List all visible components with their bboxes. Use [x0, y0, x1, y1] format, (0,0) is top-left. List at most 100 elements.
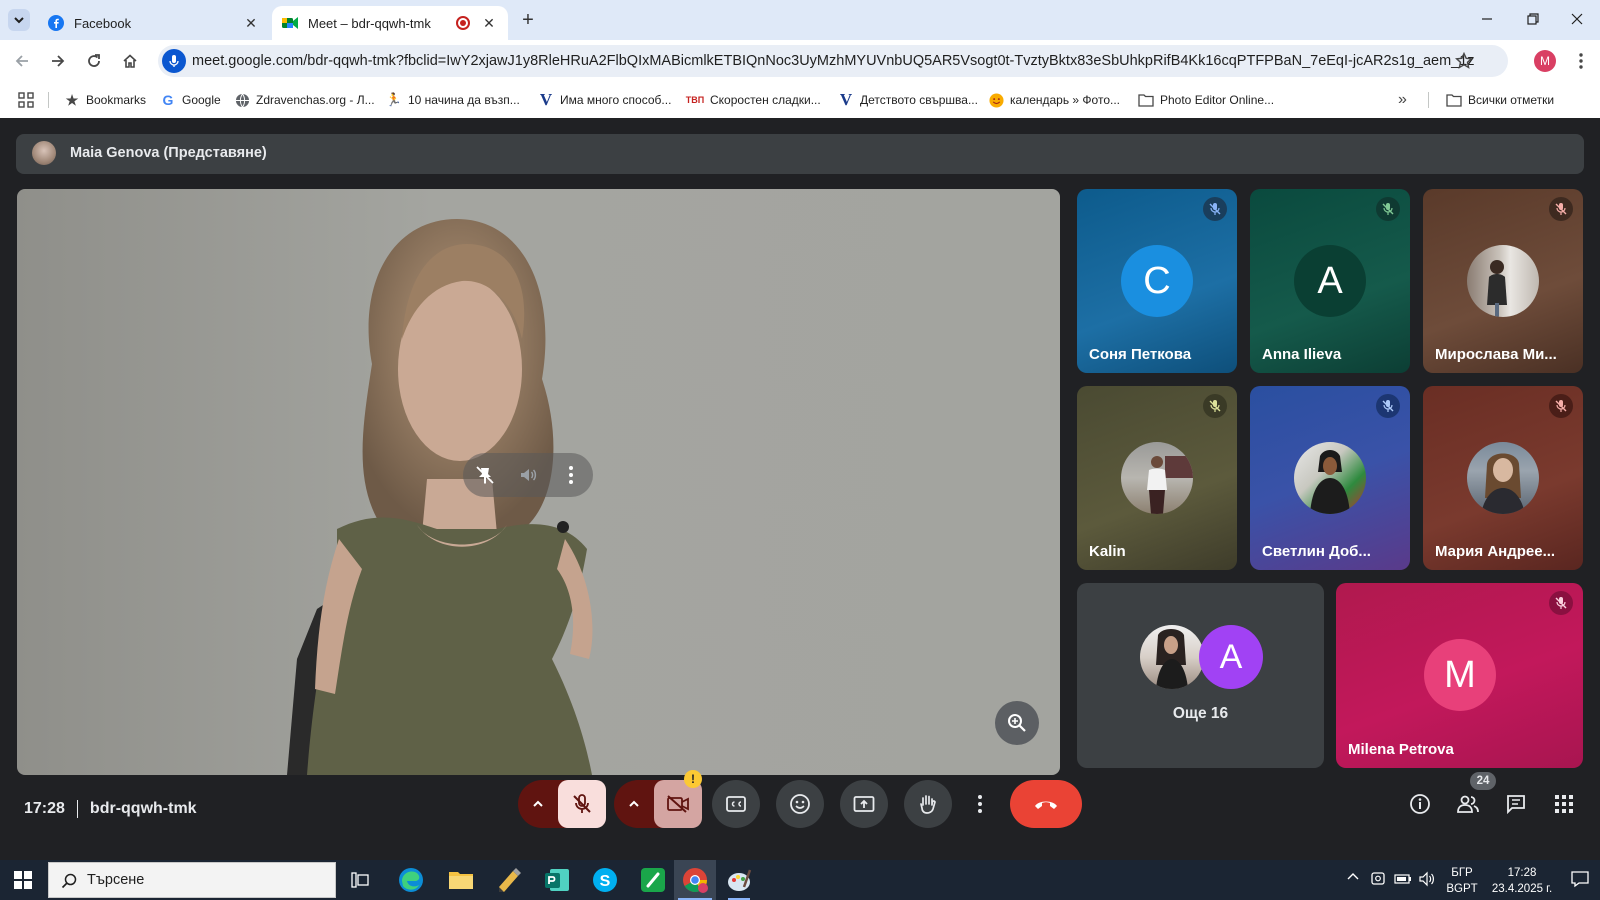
leave-call-button[interactable]	[1010, 780, 1082, 828]
taskbar-clock[interactable]: 17:28 23.4.2025 г.	[1482, 865, 1562, 897]
bookmark-bookmarks[interactable]: ★ Bookmarks	[64, 91, 146, 109]
tab-facebook[interactable]: Facebook ✕	[38, 6, 270, 40]
restore-icon	[1527, 13, 1539, 25]
more-bookmarks-button[interactable]: »	[1398, 91, 1407, 109]
avatar	[1467, 442, 1539, 514]
start-button[interactable]	[10, 868, 36, 892]
back-button[interactable]	[10, 49, 34, 73]
volume-tray-icon[interactable]	[1418, 870, 1438, 890]
forward-button[interactable]	[46, 49, 70, 73]
meet-tray-icon[interactable]	[1370, 870, 1388, 890]
more-participants-tile[interactable]: A Още 16	[1077, 583, 1324, 768]
apps-button[interactable]	[18, 91, 34, 109]
language-indicator[interactable]: БГР BGPT	[1446, 865, 1478, 897]
battery-icon[interactable]	[1394, 870, 1414, 890]
mic-toggle-button[interactable]	[558, 780, 606, 828]
pin-off-button[interactable]	[473, 463, 497, 487]
people-button[interactable]	[1454, 790, 1482, 818]
tab-search-button[interactable]	[8, 9, 30, 31]
tab-meet[interactable]: Meet – bdr-qqwh-tmk ✕	[272, 6, 508, 40]
app-pencil-icon[interactable]	[496, 867, 522, 893]
minimize-button[interactable]	[1476, 8, 1498, 30]
address-bar[interactable]: meet.google.com/bdr-qqwh-tmk?fbclid=IwY2…	[158, 45, 1508, 77]
volume-button[interactable]	[516, 463, 540, 487]
browser-menu-button[interactable]	[1572, 50, 1590, 72]
clock-time: 17:28	[1507, 867, 1537, 879]
participant-tile[interactable]: A Anna Ilieva	[1250, 189, 1410, 373]
participant-tile[interactable]: Светлин Доб...	[1250, 386, 1410, 570]
more-options-button[interactable]	[968, 780, 992, 828]
chrome-taskbar-icon[interactable]	[674, 860, 716, 900]
video-hover-controls	[463, 453, 593, 497]
skype-icon[interactable]: S	[592, 867, 618, 893]
presenter-avatar	[32, 141, 56, 165]
taskbar-search-box[interactable]: Търсене	[48, 862, 336, 898]
home-icon	[123, 54, 137, 68]
captions-button[interactable]	[712, 780, 760, 828]
home-button[interactable]	[118, 49, 142, 73]
windows-logo-icon	[14, 871, 32, 889]
meeting-details-button[interactable]	[1406, 790, 1434, 818]
app-green-icon[interactable]	[640, 867, 666, 893]
notifications-button[interactable]	[1570, 870, 1592, 890]
bookmark-ima-mnogo[interactable]: V Има много способ...	[538, 90, 672, 109]
present-screen-icon	[853, 796, 875, 812]
new-tab-button[interactable]: +	[518, 9, 538, 31]
participant-tile[interactable]: M Milena Petrova	[1336, 583, 1583, 768]
meeting-info: 17:28 bdr-qqwh-tmk	[24, 798, 197, 820]
close-window-button[interactable]	[1566, 8, 1588, 30]
raise-hand-button[interactable]	[904, 780, 952, 828]
file-explorer-icon[interactable]	[448, 868, 474, 892]
bookmark-google[interactable]: G Google	[160, 91, 221, 109]
publisher-icon[interactable]	[544, 867, 570, 893]
participant-name: Kalin	[1089, 543, 1126, 560]
arrow-left-icon	[15, 55, 28, 67]
reactions-button[interactable]	[776, 780, 824, 828]
present-button[interactable]	[840, 780, 888, 828]
browser-toolbar: meet.google.com/bdr-qqwh-tmk?fbclid=IwY2…	[0, 40, 1600, 82]
search-icon	[61, 873, 77, 889]
meet-area: Maia Genova (Представяне) C Соня Петкова…	[0, 118, 1600, 860]
all-bookmarks-button[interactable]: Всички отметки	[1446, 91, 1554, 109]
bookmark-label: Bookmarks	[86, 93, 147, 107]
participant-tile[interactable]: Kalin	[1077, 386, 1237, 570]
reload-button[interactable]	[82, 49, 106, 73]
participant-tile[interactable]: C Соня Петкова	[1077, 189, 1237, 373]
bookmark-skorosten[interactable]: ТВП Скоростен сладки...	[686, 91, 821, 109]
more-vert-icon	[978, 795, 982, 813]
participant-name: Anna Ilieva	[1262, 346, 1342, 363]
bookmark-label: 10 начина да възп...	[408, 93, 520, 107]
bookmarks-bar: ★ Bookmarks G Google Zdravenchas.org - Л…	[0, 82, 1600, 118]
bookmark-photo-editor[interactable]: Photo Editor Online...	[1138, 91, 1274, 109]
mic-permission-icon[interactable]	[162, 49, 186, 73]
participant-tile[interactable]: Мария Андрее...	[1423, 386, 1583, 570]
edge-icon[interactable]	[398, 867, 424, 893]
bookmark-10-nachina[interactable]: 🏃 10 начина да възп...	[386, 91, 520, 109]
camera-control-group: !	[614, 770, 702, 828]
language-top: БГР	[1451, 867, 1473, 879]
paint-icon[interactable]	[726, 867, 752, 900]
smiley-icon	[988, 92, 1004, 108]
close-tab-icon[interactable]: ✕	[480, 14, 498, 32]
participant-tile[interactable]: Мирослава Ми...	[1423, 189, 1583, 373]
presentation-video[interactable]	[17, 189, 1060, 775]
v-icon: V	[539, 90, 553, 109]
presenter-name: Maia Genova (Представяне)	[70, 145, 267, 161]
bookmark-detstvoto[interactable]: V Детството свършва...	[838, 90, 978, 109]
video-options-button[interactable]	[622, 792, 646, 816]
zoom-button[interactable]	[995, 701, 1039, 745]
chevron-down-icon	[14, 17, 24, 24]
bookmark-kalendar[interactable]: календарь » Фото...	[988, 91, 1120, 109]
audio-options-button[interactable]	[526, 792, 550, 816]
task-view-icon[interactable]	[350, 870, 370, 890]
profile-avatar[interactable]: M	[1534, 50, 1556, 72]
activities-button[interactable]	[1550, 790, 1578, 818]
bookmark-star-icon[interactable]	[1454, 51, 1474, 71]
close-tab-icon[interactable]: ✕	[242, 14, 260, 32]
restore-button[interactable]	[1522, 8, 1544, 30]
chat-button[interactable]	[1502, 790, 1530, 818]
bookmark-zdravenchas[interactable]: Zdravenchas.org - Л...	[234, 91, 375, 109]
mic-off-icon	[573, 794, 591, 813]
tile-options-button[interactable]	[559, 463, 583, 487]
show-hidden-icons[interactable]	[1346, 870, 1364, 890]
